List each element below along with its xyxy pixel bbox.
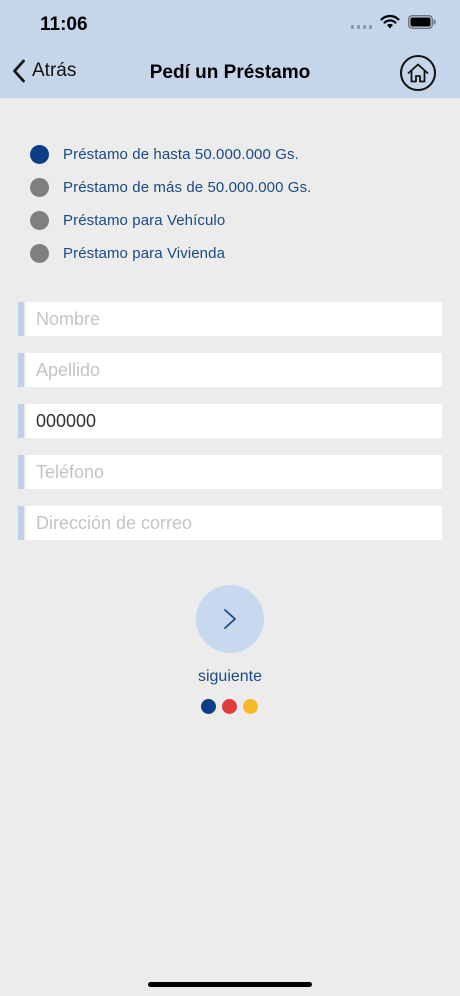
loan-option-vehiculo[interactable]: Préstamo para Vehículo (30, 204, 311, 237)
loan-option-label: Préstamo de más de 50.000.000 Gs. (63, 179, 312, 196)
next-button[interactable] (196, 585, 264, 653)
next-label: siguiente (197, 668, 263, 685)
radio-selected[interactable] (30, 145, 49, 164)
loan-type-options: Préstamo de hasta 50.000.000 Gs. Préstam… (30, 138, 311, 270)
home-indicator[interactable] (148, 982, 312, 987)
radio-unselected[interactable] (30, 244, 49, 263)
apellido-input[interactable] (26, 353, 442, 387)
loan-option-vivienda[interactable]: Préstamo para Vivienda (30, 237, 311, 270)
status-icons (351, 14, 436, 29)
loan-option-label: Préstamo para Vivienda (63, 245, 226, 262)
wifi-icon (380, 14, 400, 29)
correo-input[interactable] (26, 506, 442, 540)
screen: 11:06 Atrás Pedí un Préstamo Préstamo de… (0, 0, 460, 996)
dot-blue (201, 699, 216, 714)
dot-yellow (243, 699, 258, 714)
apellido-field-container (18, 353, 442, 387)
radio-unselected[interactable] (30, 178, 49, 197)
home-button[interactable] (400, 55, 436, 91)
radio-unselected[interactable] (30, 211, 49, 230)
loan-option-label: Préstamo para Vehículo (63, 212, 226, 229)
chevron-right-icon (224, 609, 236, 629)
home-icon (407, 63, 429, 83)
signal-icon (351, 15, 372, 29)
telefono-input[interactable] (26, 455, 442, 489)
correo-field-container (18, 506, 442, 540)
loan-option-hasta-50m[interactable]: Préstamo de hasta 50.000.000 Gs. (30, 138, 311, 171)
page-title: Pedí un Préstamo (149, 62, 311, 83)
telefono-field-container (18, 455, 442, 489)
status-time: 11:06 (40, 14, 88, 35)
nombre-input[interactable] (26, 302, 442, 336)
documento-field-container (18, 404, 442, 438)
loan-option-label: Préstamo de hasta 50.000.000 Gs. (63, 146, 299, 163)
documento-input[interactable] (26, 404, 442, 438)
battery-icon (408, 14, 436, 29)
dot-red (222, 699, 237, 714)
brand-dots (201, 699, 258, 714)
loan-option-mas-50m[interactable]: Préstamo de más de 50.000.000 Gs. (30, 171, 311, 204)
nombre-field-container (18, 302, 442, 336)
header-area: 11:06 Atrás Pedí un Préstamo (0, 0, 460, 98)
